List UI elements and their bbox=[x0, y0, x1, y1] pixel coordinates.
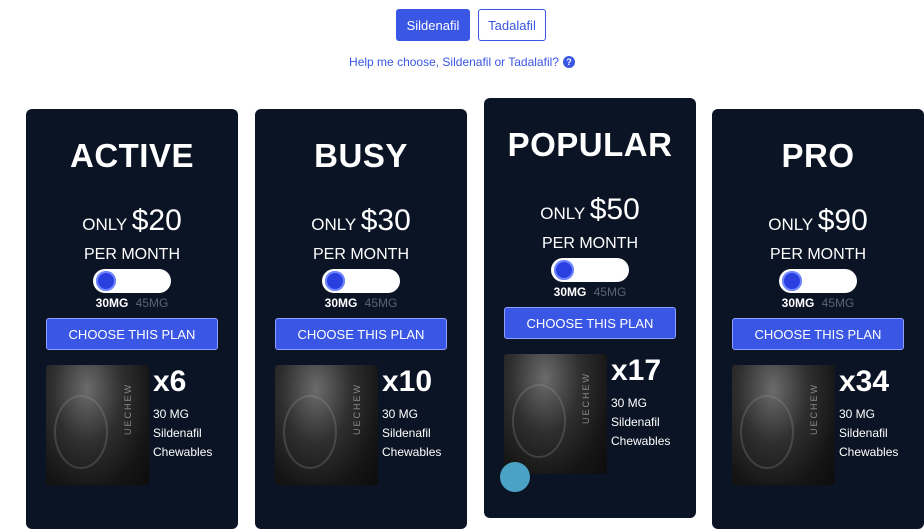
price-prefix: ONLY bbox=[768, 215, 814, 234]
price-prefix: ONLY bbox=[311, 215, 357, 234]
desc-line: Sildenafil bbox=[382, 426, 431, 440]
dose-switch[interactable] bbox=[779, 269, 857, 293]
dose-labels: 30MG 45MG bbox=[255, 296, 467, 310]
dose-labels: 30MG 45MG bbox=[484, 285, 696, 299]
product-swirl bbox=[512, 384, 566, 458]
desc-line: Sildenafil bbox=[839, 426, 888, 440]
price-period: PER MONTH bbox=[313, 246, 409, 263]
dose-switch[interactable] bbox=[322, 269, 400, 293]
plan-price: $50 bbox=[589, 193, 640, 226]
dose-30mg-label: 30MG bbox=[324, 296, 358, 310]
plan-quantity: x17 bbox=[611, 354, 662, 387]
plan-price: $30 bbox=[360, 204, 411, 237]
desc-line: 30 MG bbox=[611, 396, 648, 410]
product-brand-mark: UECHEW bbox=[581, 372, 591, 424]
chat-bubble-icon[interactable] bbox=[500, 462, 530, 492]
switch-knob bbox=[96, 271, 116, 291]
price-row: ONLY $30 bbox=[255, 204, 467, 238]
plan-card-popular: POPULAR ONLY $50 PER MONTH 30MG 45MG CHO… bbox=[484, 98, 696, 518]
product-description: 30 MG Sildenafil Chewables bbox=[382, 405, 441, 462]
desc-line: Sildenafil bbox=[611, 415, 660, 429]
choose-plan-button[interactable]: CHOOSE THIS PLAN bbox=[732, 318, 904, 350]
desc-line: 30 MG bbox=[839, 407, 876, 421]
product-description: 30 MG Sildenafil Chewables bbox=[839, 405, 898, 462]
price-period: PER MONTH bbox=[542, 235, 638, 252]
plan-quantity: x6 bbox=[153, 365, 187, 398]
help-choose-text: Help me choose, Sildenafil or Tadalafil? bbox=[349, 55, 559, 69]
switch-knob bbox=[325, 271, 345, 291]
desc-line: Sildenafil bbox=[153, 426, 202, 440]
plan-price: $20 bbox=[131, 204, 182, 237]
switch-knob bbox=[782, 271, 802, 291]
product-swirl bbox=[54, 395, 108, 469]
product-brand-mark: UECHEW bbox=[352, 383, 362, 435]
dose-45mg-label: 45MG bbox=[593, 285, 627, 299]
product-image: UECHEW bbox=[732, 365, 835, 485]
desc-line: Chewables bbox=[382, 445, 442, 459]
plan-name: PRO bbox=[781, 137, 855, 174]
choose-plan-button[interactable]: CHOOSE THIS PLAN bbox=[46, 318, 218, 350]
sildenafil-tab[interactable]: Sildenafil bbox=[396, 9, 470, 41]
price-row: ONLY $90 bbox=[712, 204, 924, 238]
dose-45mg-label: 45MG bbox=[364, 296, 398, 310]
desc-line: Chewables bbox=[153, 445, 213, 459]
product-swirl bbox=[740, 395, 794, 469]
desc-line: Chewables bbox=[611, 434, 671, 448]
price-prefix: ONLY bbox=[540, 204, 586, 223]
product-brand-mark: UECHEW bbox=[123, 383, 133, 435]
plan-price: $90 bbox=[817, 204, 868, 237]
plan-card-busy: BUSY ONLY $30 PER MONTH 30MG 45MG CHOOSE… bbox=[255, 109, 467, 529]
dose-switch[interactable] bbox=[93, 269, 171, 293]
help-choose-link[interactable]: Help me choose, Sildenafil or Tadalafil?… bbox=[0, 55, 924, 69]
product-image: UECHEW bbox=[275, 365, 378, 485]
dose-30mg-label: 30MG bbox=[95, 296, 129, 310]
plan-quantity: x34 bbox=[839, 365, 890, 398]
product-image: UECHEW bbox=[46, 365, 149, 485]
desc-line: 30 MG bbox=[153, 407, 190, 421]
question-circle-icon: ? bbox=[562, 56, 575, 68]
switch-knob bbox=[554, 260, 574, 280]
dose-30mg-label: 30MG bbox=[781, 296, 815, 310]
plan-card-active: ACTIVE ONLY $20 PER MONTH 30MG 45MG CHOO… bbox=[26, 109, 238, 529]
price-period: PER MONTH bbox=[770, 246, 866, 263]
drug-toggle-group: Sildenafil Tadalafil bbox=[396, 9, 546, 41]
product-brand-mark: UECHEW bbox=[809, 383, 819, 435]
choose-plan-button[interactable]: CHOOSE THIS PLAN bbox=[504, 307, 676, 339]
product-swirl bbox=[283, 395, 337, 469]
price-period: PER MONTH bbox=[84, 246, 180, 263]
price-prefix: ONLY bbox=[82, 215, 128, 234]
dose-labels: 30MG 45MG bbox=[712, 296, 924, 310]
price-row: ONLY $50 bbox=[484, 193, 696, 227]
product-description: 30 MG Sildenafil Chewables bbox=[611, 394, 670, 451]
product-description: 30 MG Sildenafil Chewables bbox=[153, 405, 212, 462]
plan-card-pro: PRO ONLY $90 PER MONTH 30MG 45MG CHOOSE … bbox=[712, 109, 924, 529]
dose-30mg-label: 30MG bbox=[553, 285, 587, 299]
dose-45mg-label: 45MG bbox=[821, 296, 855, 310]
desc-line: Chewables bbox=[839, 445, 899, 459]
dose-labels: 30MG 45MG bbox=[26, 296, 238, 310]
dose-45mg-label: 45MG bbox=[135, 296, 169, 310]
plan-name: ACTIVE bbox=[69, 137, 194, 174]
choose-plan-button[interactable]: CHOOSE THIS PLAN bbox=[275, 318, 447, 350]
product-image: UECHEW bbox=[504, 354, 607, 474]
plan-name: POPULAR bbox=[507, 126, 673, 163]
desc-line: 30 MG bbox=[382, 407, 419, 421]
plan-name: BUSY bbox=[314, 137, 408, 174]
plan-quantity: x10 bbox=[382, 365, 433, 398]
dose-switch[interactable] bbox=[551, 258, 629, 282]
price-row: ONLY $20 bbox=[26, 204, 238, 238]
tadalafil-tab[interactable]: Tadalafil bbox=[478, 9, 546, 41]
